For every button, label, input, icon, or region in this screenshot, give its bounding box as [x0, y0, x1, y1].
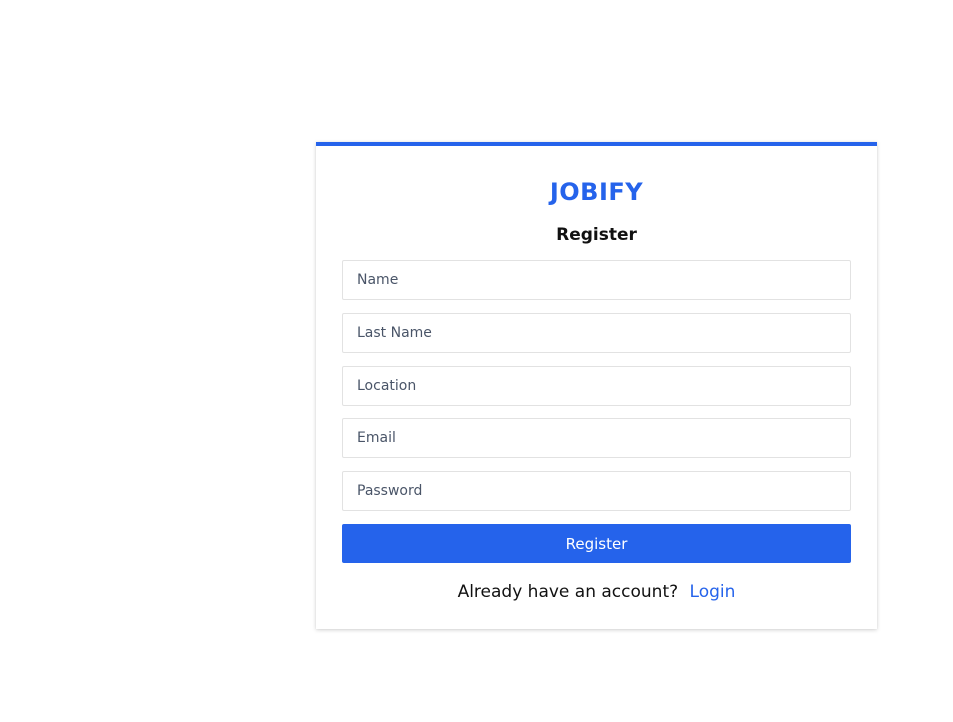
login-prompt: Already have an account? Login	[316, 582, 877, 602]
password-input[interactable]	[342, 471, 851, 511]
form-title: Register	[556, 225, 637, 245]
email-input[interactable]	[342, 418, 851, 458]
logo: JOBIFY	[549, 178, 644, 206]
last-name-input[interactable]	[342, 313, 851, 353]
location-input[interactable]	[342, 366, 851, 406]
register-button[interactable]: Register	[342, 524, 851, 563]
login-prompt-text: Already have an account?	[457, 582, 679, 602]
register-card: JOBIFY Register Register Already have an…	[316, 142, 877, 629]
login-link[interactable]: Login	[690, 582, 736, 602]
name-input[interactable]	[342, 260, 851, 300]
